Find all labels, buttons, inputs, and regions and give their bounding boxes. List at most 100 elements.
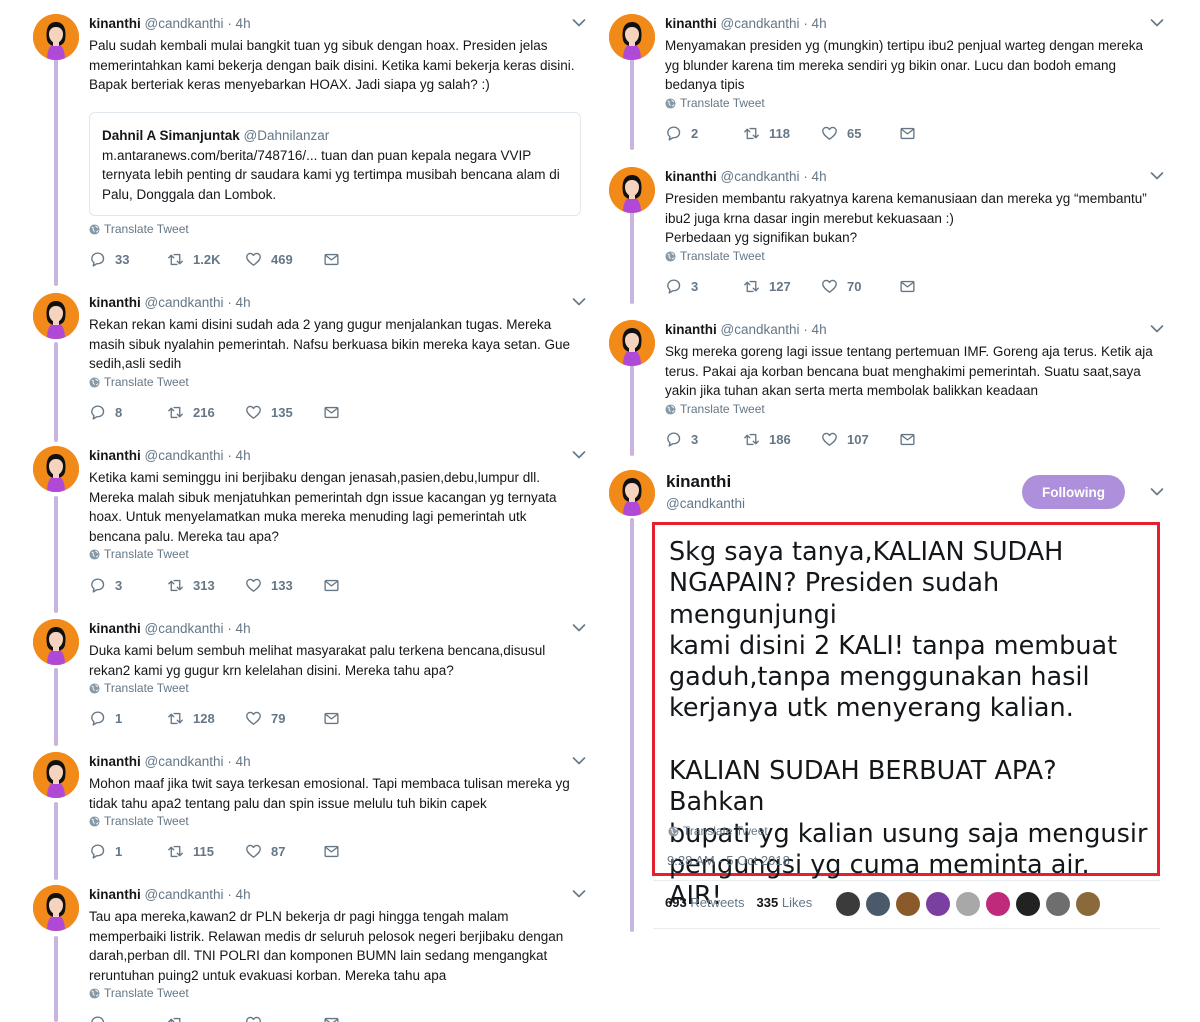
liker-avatar[interactable] — [986, 892, 1010, 916]
like-button[interactable]: 70 — [821, 278, 899, 295]
author-handle[interactable]: @candkanthi — [721, 169, 800, 184]
author-name[interactable]: kinanthi — [89, 754, 141, 769]
like-button[interactable]: 79 — [245, 710, 323, 727]
chevron-down-icon[interactable] — [572, 889, 586, 899]
translate-tweet-link[interactable]: Translate Tweet — [89, 814, 189, 828]
dm-button[interactable] — [323, 577, 401, 594]
dm-button[interactable] — [899, 278, 977, 295]
tweet[interactable]: kinanthi @candkanthi · 4h Duka kami belu… — [24, 611, 592, 736]
avatar[interactable] — [609, 320, 655, 366]
main-author-name[interactable]: kinanthi — [666, 472, 731, 492]
reply-button[interactable]: 3 — [665, 431, 743, 448]
retweet-button[interactable]: 216 — [167, 404, 245, 421]
tweet[interactable]: kinanthi @candkanthi · 4h Tau apa mereka… — [24, 877, 592, 1022]
author-handle[interactable]: @candkanthi — [145, 448, 224, 463]
tweet[interactable]: kinanthi @candkanthi · 4h Palu sudah kem… — [24, 6, 592, 278]
author-name[interactable]: kinanthi — [89, 621, 141, 636]
translate-tweet-link[interactable]: Translate Tweet — [89, 681, 189, 695]
dm-button[interactable] — [323, 1015, 401, 1022]
liker-avatar[interactable] — [956, 892, 980, 916]
translate-tweet-link[interactable]: Translate Tweet — [89, 986, 189, 1000]
liker-avatar[interactable] — [866, 892, 890, 916]
quoted-tweet[interactable]: Dahnil A Simanjuntak @Dahnilanzar m.anta… — [89, 112, 581, 216]
reply-button[interactable]: 33 — [89, 251, 167, 268]
tweet-time[interactable]: · 4h — [803, 322, 826, 337]
chevron-down-icon[interactable] — [1150, 487, 1164, 497]
dm-button[interactable] — [323, 404, 401, 421]
author-name[interactable]: kinanthi — [665, 322, 717, 337]
tweet-time[interactable]: · 4h — [227, 448, 250, 463]
author-name[interactable]: kinanthi — [89, 16, 141, 31]
tweet-time[interactable]: · 4h — [803, 16, 826, 31]
avatar[interactable] — [609, 470, 655, 516]
author-name[interactable]: kinanthi — [89, 295, 141, 310]
following-button[interactable]: Following — [1022, 475, 1125, 509]
like-button[interactable] — [245, 1015, 323, 1022]
author-handle[interactable]: @candkanthi — [145, 887, 224, 902]
tweet-time[interactable]: · 4h — [803, 169, 826, 184]
translate-tweet-link[interactable]: Translate Tweet — [665, 249, 765, 263]
liker-avatar[interactable] — [896, 892, 920, 916]
reply-button[interactable]: 1 — [89, 710, 167, 727]
liker-avatar[interactable] — [1076, 892, 1100, 916]
tweet-time[interactable]: · 4h — [227, 621, 250, 636]
dm-button[interactable] — [323, 710, 401, 727]
liker-avatar[interactable] — [926, 892, 950, 916]
author-name[interactable]: kinanthi — [89, 448, 141, 463]
chevron-down-icon[interactable] — [572, 297, 586, 307]
like-button[interactable]: 65 — [821, 125, 899, 142]
reply-button[interactable]: 3 — [665, 278, 743, 295]
author-handle[interactable]: @candkanthi — [721, 322, 800, 337]
dm-button[interactable] — [899, 431, 977, 448]
translate-tweet-link[interactable]: Translate Tweet — [665, 96, 765, 110]
tweet[interactable]: kinanthi @candkanthi · 4h Menyamakan pre… — [600, 6, 1170, 151]
retweet-button[interactable]: 118 — [743, 125, 821, 142]
dm-button[interactable] — [323, 843, 401, 860]
like-button[interactable]: 107 — [821, 431, 899, 448]
chevron-down-icon[interactable] — [572, 623, 586, 633]
reply-button[interactable]: 3 — [89, 577, 167, 594]
tweet[interactable]: kinanthi @candkanthi · 4h Presiden memba… — [600, 159, 1170, 304]
retweet-button[interactable] — [167, 1015, 245, 1022]
chevron-down-icon[interactable] — [572, 450, 586, 460]
tweet[interactable]: kinanthi @candkanthi · 4h Rekan rekan ka… — [24, 285, 592, 430]
author-name[interactable]: kinanthi — [665, 169, 717, 184]
retweet-button[interactable]: 313 — [167, 577, 245, 594]
translate-tweet-link[interactable]: Translate Tweet — [668, 824, 768, 838]
likes-stat[interactable]: 335 Likes — [757, 895, 813, 910]
avatar[interactable] — [33, 885, 79, 931]
chevron-down-icon[interactable] — [572, 756, 586, 766]
author-handle[interactable]: @candkanthi — [721, 16, 800, 31]
translate-tweet-link[interactable]: Translate Tweet — [89, 222, 189, 236]
like-button[interactable]: 135 — [245, 404, 323, 421]
avatar[interactable] — [609, 14, 655, 60]
tweet[interactable]: kinanthi @candkanthi · 4h Mohon maaf jik… — [24, 744, 592, 869]
chevron-down-icon[interactable] — [1150, 18, 1164, 28]
tweet-time[interactable]: · 4h — [227, 16, 250, 31]
retweet-button[interactable]: 127 — [743, 278, 821, 295]
tweet[interactable]: kinanthi @candkanthi · 4h Ketika kami se… — [24, 438, 592, 603]
chevron-down-icon[interactable] — [1150, 324, 1164, 334]
main-author-handle[interactable]: @candkanthi — [666, 496, 745, 511]
retweet-button[interactable]: 186 — [743, 431, 821, 448]
tweet-time[interactable]: · 4h — [227, 887, 250, 902]
tweet-time[interactable]: · 4h — [227, 295, 250, 310]
chevron-down-icon[interactable] — [1150, 171, 1164, 181]
avatar[interactable] — [33, 446, 79, 492]
retweet-button[interactable]: 1.2K — [167, 251, 245, 268]
reply-button[interactable]: 2 — [665, 125, 743, 142]
retweet-button[interactable]: 115 — [167, 843, 245, 860]
author-handle[interactable]: @candkanthi — [145, 754, 224, 769]
reply-button[interactable]: 8 — [89, 404, 167, 421]
like-button[interactable]: 469 — [245, 251, 323, 268]
reply-button[interactable] — [89, 1015, 167, 1022]
chevron-down-icon[interactable] — [572, 18, 586, 28]
author-handle[interactable]: @candkanthi — [145, 621, 224, 636]
liker-avatar[interactable] — [1046, 892, 1070, 916]
avatar[interactable] — [33, 619, 79, 665]
avatar[interactable] — [609, 167, 655, 213]
translate-tweet-link[interactable]: Translate Tweet — [89, 547, 189, 561]
author-name[interactable]: kinanthi — [665, 16, 717, 31]
retweets-stat[interactable]: 693 Retweets — [665, 895, 745, 910]
author-handle[interactable]: @candkanthi — [145, 16, 224, 31]
